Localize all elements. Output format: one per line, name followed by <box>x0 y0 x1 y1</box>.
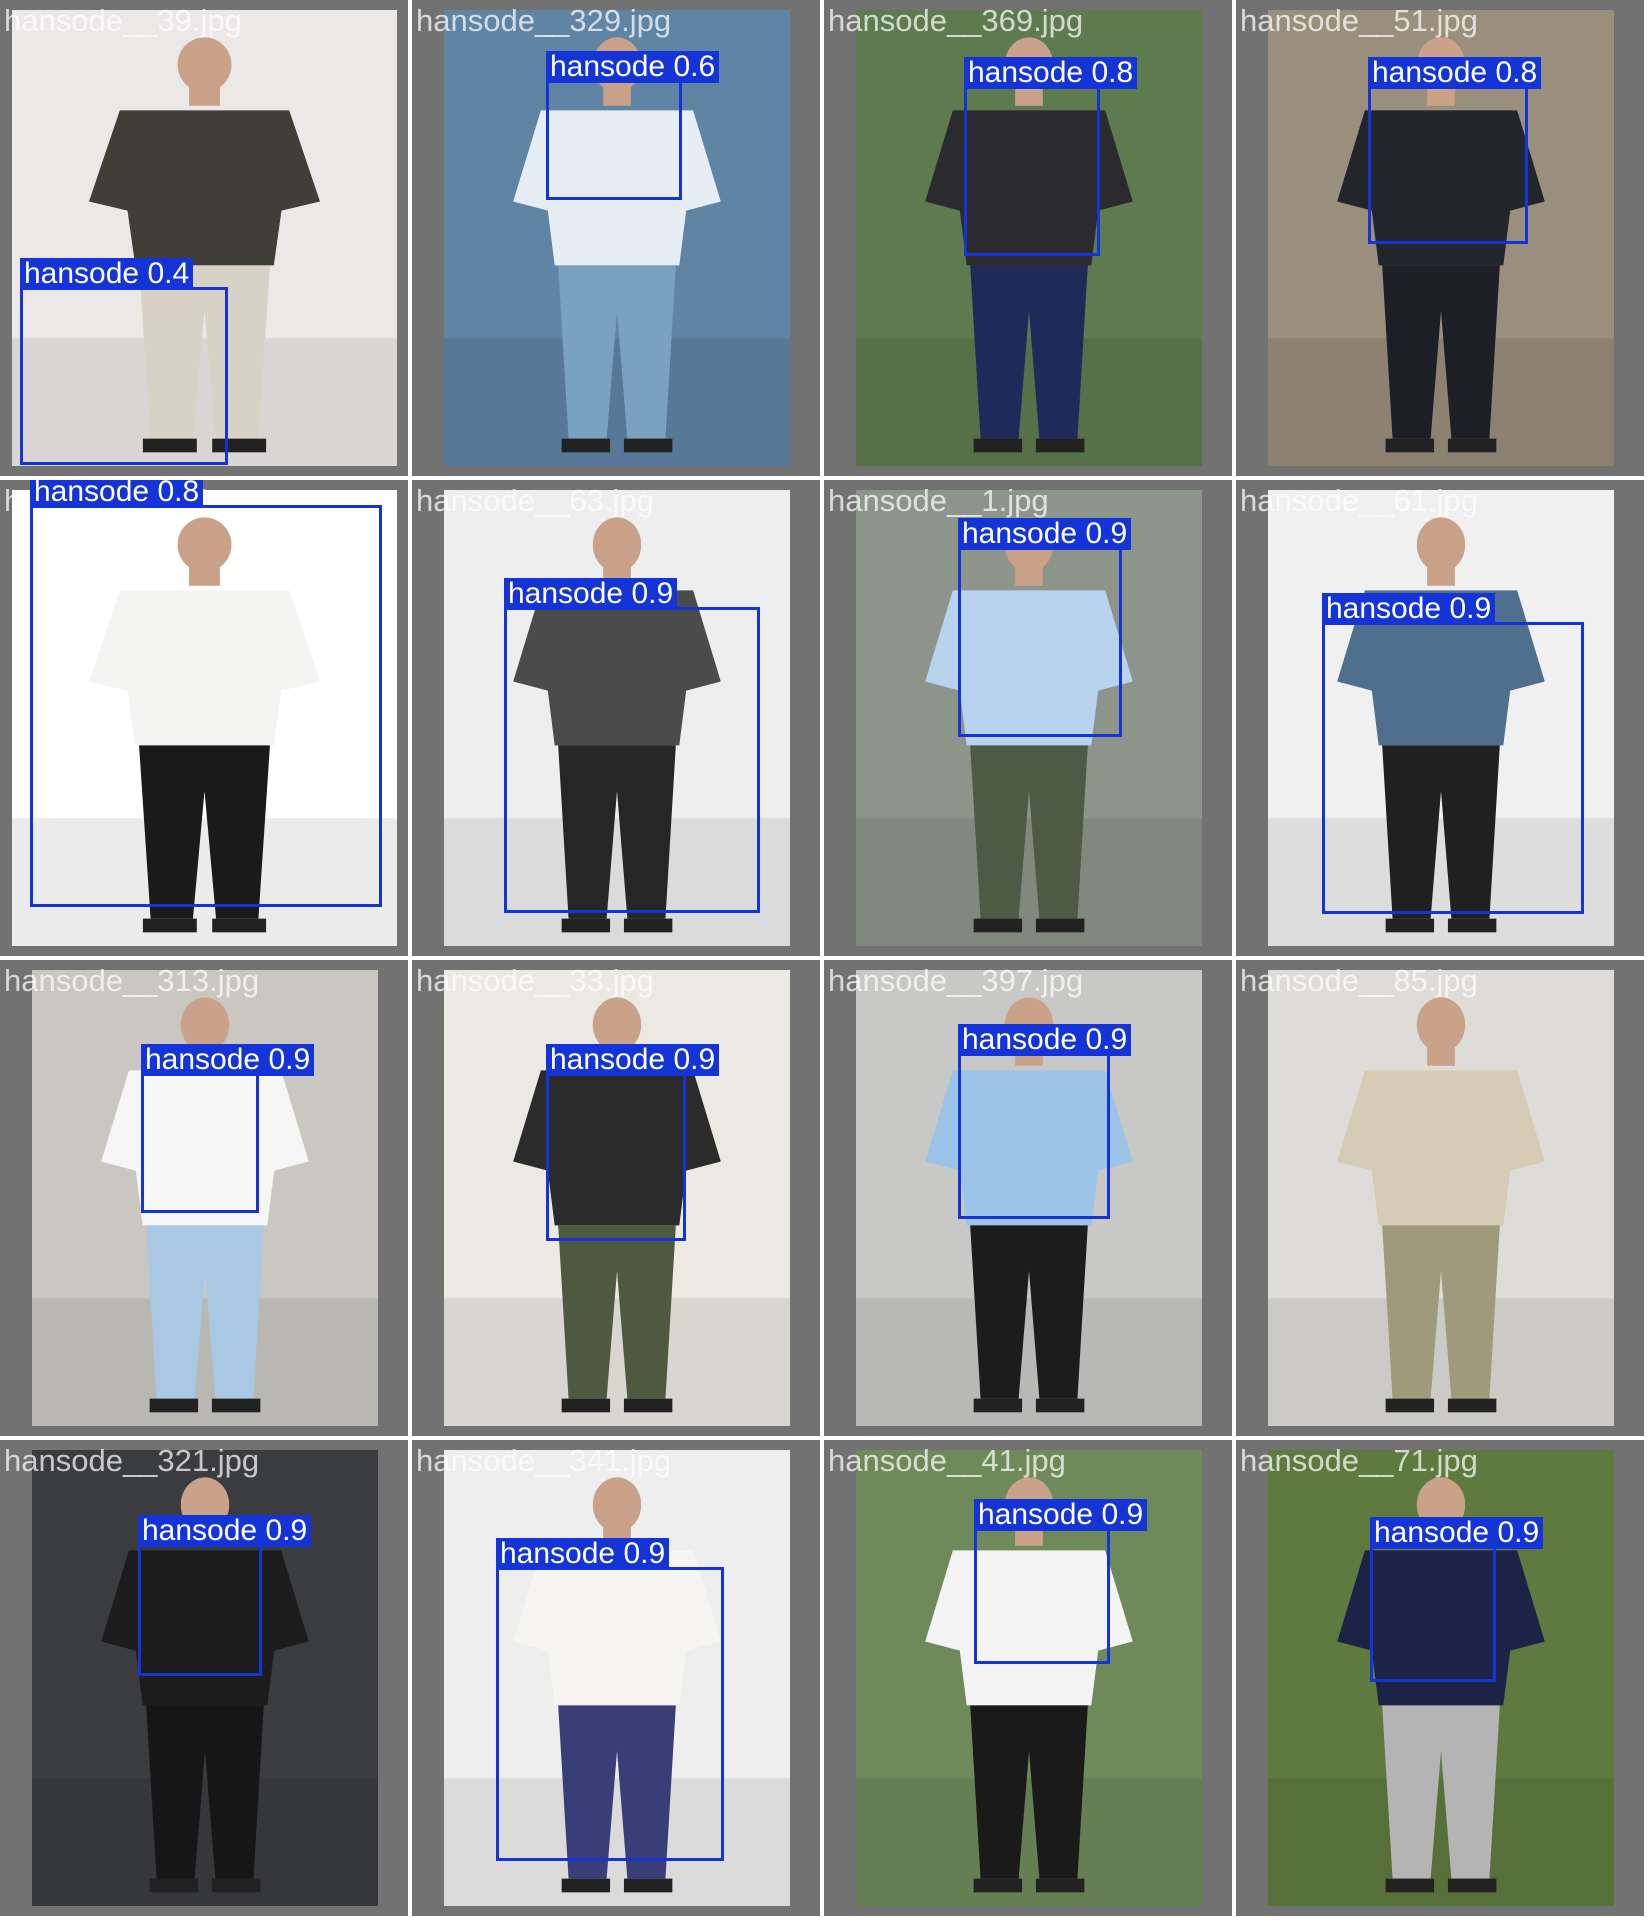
image-tile: hansode__85.jpg <box>1236 960 1644 1436</box>
detection-box: hansode 0.4 <box>20 258 228 465</box>
detection-label: hansode 0.9 <box>496 1538 670 1570</box>
detection-box: hansode 0.9 <box>1322 593 1584 914</box>
image-tile: hansode__1.jpg hansode 0.9 <box>824 480 1232 956</box>
detection-box: hansode 0.9 <box>958 1024 1132 1219</box>
image-tile: hansode__71.jpg hansode 0.9 <box>1236 1440 1644 1916</box>
image-tile: hansode__341.jpg hansode 0.9 <box>412 1440 820 1916</box>
detection-label: hansode 0.9 <box>546 1044 720 1076</box>
detection-box: hansode 0.9 <box>974 1499 1148 1664</box>
detection-box: hansode 0.9 <box>496 1538 724 1861</box>
detection-label: hansode 0.9 <box>958 518 1132 550</box>
detection-label: hansode 0.6 <box>546 51 720 83</box>
detection-label: hansode 0.8 <box>1368 57 1542 89</box>
image-tile: hansode__61.jpg hansode 0.9 <box>1236 480 1644 956</box>
detection-label: hansode 0.8 <box>30 480 204 508</box>
detection-box: hansode 0.9 <box>504 578 760 913</box>
detection-grid: hansode__39.jpg hansode 0.4 hansode__329.j… <box>0 0 1648 1920</box>
detection-label: hansode 0.9 <box>974 1499 1148 1531</box>
image-tile: hansode__41.jpg hansode 0.9 <box>824 1440 1232 1916</box>
photo-scene <box>1268 970 1614 1426</box>
detection-label: hansode 0.4 <box>20 258 194 290</box>
image-tile: hansode__313.jpg hansode 0.9 <box>0 960 408 1436</box>
image-tile: hansode__77.jpghansode 0.8 <box>0 480 408 956</box>
image-tile: hansode__369.jpg hansode 0.8 <box>824 0 1232 476</box>
detection-box: hansode 0.9 <box>141 1044 315 1213</box>
detection-box: hansode 0.8 <box>1368 57 1542 244</box>
detection-label: hansode 0.9 <box>1322 593 1496 625</box>
detection-box: hansode 0.9 <box>546 1044 720 1241</box>
detection-box: hansode 0.9 <box>958 518 1132 737</box>
detection-label: hansode 0.8 <box>964 57 1138 89</box>
detection-box: hansode 0.8 <box>964 57 1138 256</box>
detection-label: hansode 0.9 <box>958 1024 1132 1056</box>
photo <box>1268 970 1614 1426</box>
image-tile: hansode__39.jpg hansode 0.4 <box>0 0 408 476</box>
detection-label: hansode 0.9 <box>504 578 678 610</box>
detection-label: hansode 0.9 <box>1370 1517 1544 1549</box>
detection-box: hansode 0.8 <box>30 480 382 907</box>
image-tile: hansode__51.jpg hansode 0.8 <box>1236 0 1644 476</box>
detection-label: hansode 0.9 <box>138 1515 312 1547</box>
image-tile: hansode__63.jpg hansode 0.9 <box>412 480 820 956</box>
image-tile: hansode__33.jpg hansode 0.9 <box>412 960 820 1436</box>
image-tile: hansode__321.jpg hansode 0.9 <box>0 1440 408 1916</box>
detection-box: hansode 0.9 <box>138 1515 312 1676</box>
detection-box: hansode 0.9 <box>1370 1517 1544 1682</box>
detection-box: hansode 0.6 <box>546 51 720 200</box>
image-tile: hansode__329.jpg hansode 0.6 <box>412 0 820 476</box>
detection-label: hansode 0.9 <box>141 1044 315 1076</box>
image-tile: hansode__397.jpg hansode 0.9 <box>824 960 1232 1436</box>
